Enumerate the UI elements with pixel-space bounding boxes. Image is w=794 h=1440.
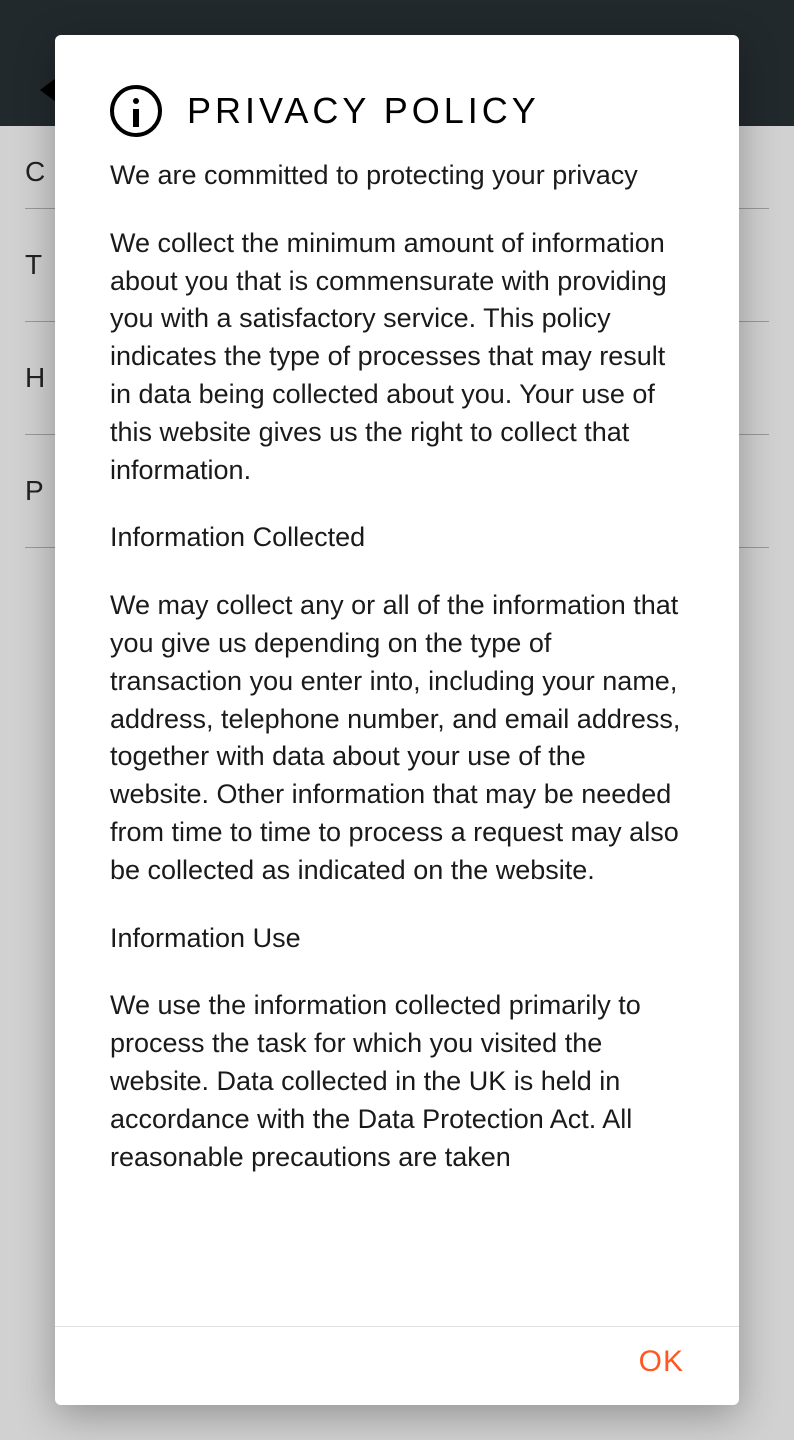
dialog-body[interactable]: We are committed to protecting your priv… <box>55 157 739 1326</box>
dialog-paragraph: We collect the minimum amount of informa… <box>110 225 684 490</box>
info-icon <box>110 85 162 137</box>
dialog-subtitle: We are committed to protecting your priv… <box>110 157 684 195</box>
dialog-header: PRIVACY POLICY <box>55 35 739 157</box>
section-heading: Information Collected <box>110 519 684 557</box>
dialog-paragraph: We use the information collected primari… <box>110 987 684 1176</box>
section-heading: Information Use <box>110 920 684 958</box>
ok-button[interactable]: OK <box>639 1345 684 1379</box>
dialog-footer: OK <box>55 1326 739 1405</box>
dialog-title: PRIVACY POLICY <box>187 90 540 132</box>
privacy-policy-dialog: PRIVACY POLICY We are committed to prote… <box>55 35 739 1405</box>
dialog-paragraph: We may collect any or all of the informa… <box>110 587 684 889</box>
